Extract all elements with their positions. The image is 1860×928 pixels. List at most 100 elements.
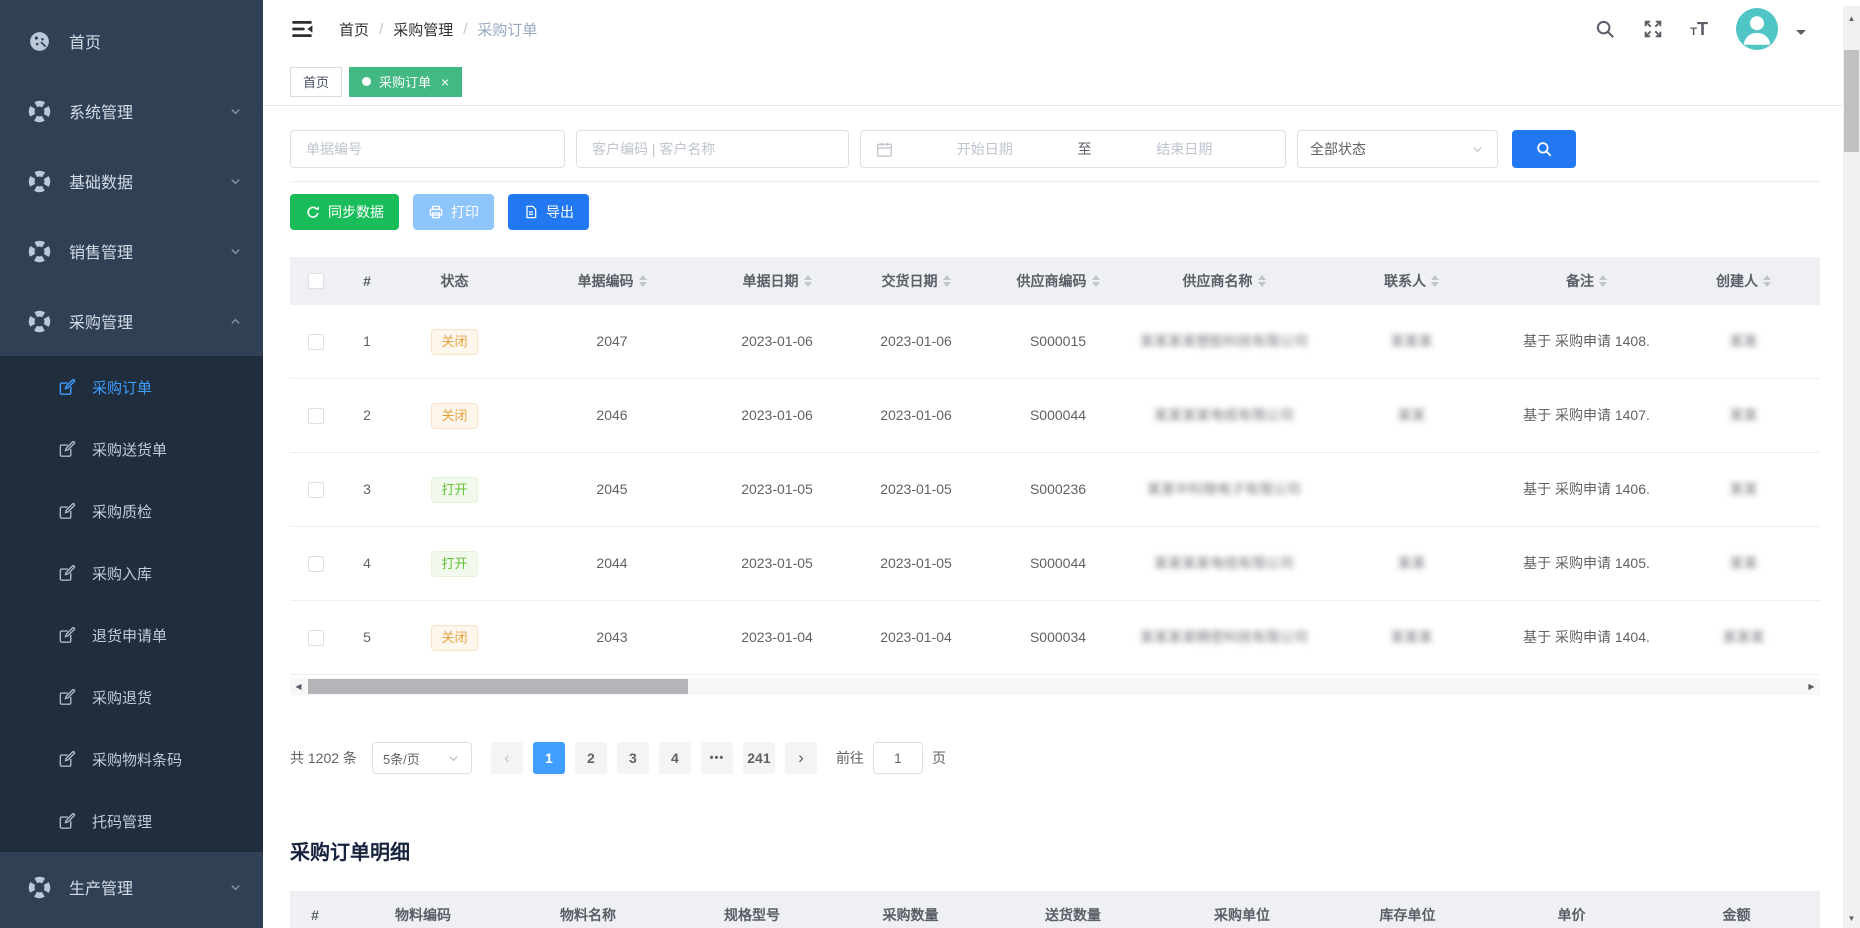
row-checkbox[interactable] [308,408,324,424]
print-button[interactable]: 打印 [413,194,494,230]
cell-status: 关闭 [392,379,517,452]
column-header-creator[interactable]: 创建人 [1667,257,1820,304]
sidebar-item-base-data[interactable]: 基础数据 [0,146,263,216]
scroll-up-arrow-icon[interactable]: ▲ [1843,10,1860,26]
cell-text: 某某 [1730,329,1758,354]
date-range-picker[interactable]: 开始日期 至 结束日期 [860,130,1286,168]
detail-column-header: 规格型号 [670,891,834,928]
breadcrumb-item[interactable]: 采购管理 [393,19,453,40]
export-button[interactable]: 导出 [508,194,589,230]
cell-select[interactable] [290,305,342,378]
prev-page-button[interactable]: ‹ [491,742,523,774]
column-header-doc_date[interactable]: 单据日期 [707,257,847,304]
vertical-scrollbar-thumb[interactable] [1844,50,1859,152]
sidebar-subitem-purchase-delivery[interactable]: 采购送货单 [0,418,263,480]
edit-icon [57,625,77,645]
font-size-icon[interactable]: TT [1690,20,1708,39]
search-button[interactable] [1512,130,1576,168]
module-icon [27,239,52,264]
next-page-button[interactable]: › [785,742,817,774]
cell-contact: 某某某 [1317,305,1506,378]
page-button-3[interactable]: 3 [617,742,649,774]
column-header-contact[interactable]: 联系人 [1317,257,1506,304]
column-header-select[interactable] [290,257,342,304]
avatar[interactable] [1736,8,1778,50]
sync-data-button[interactable]: 同步数据 [290,194,399,230]
table-row[interactable]: 2关闭20462023-01-062023-01-06S000044某某某某电缆… [290,378,1820,452]
row-checkbox[interactable] [308,630,324,646]
column-header-remark[interactable]: 备注 [1506,257,1667,304]
sidebar-subitem-purchase-order[interactable]: 采购订单 [0,356,263,418]
scroll-right-arrow-icon[interactable]: ▶ [1803,678,1820,695]
cell-doc_no: 2043 [517,601,707,674]
column-header-label: 交货日期 [882,271,938,291]
cell-creator: 某某某 [1667,601,1820,674]
select-all-checkbox[interactable] [308,273,324,289]
fullscreen-icon[interactable] [1642,18,1664,40]
sidebar-subitem-pallet-code[interactable]: 托码管理 [0,790,263,852]
table-row[interactable]: 3打开20452023-01-052023-01-05S000236某某中科微电… [290,452,1820,526]
tab-close-icon[interactable]: × [441,74,449,90]
column-header-supplier_name[interactable]: 供应商名称 [1131,257,1317,304]
sidebar-subitem-purchase-qc[interactable]: 采购质检 [0,480,263,542]
scroll-left-arrow-icon[interactable]: ◀ [290,678,307,695]
row-checkbox[interactable] [308,482,324,498]
sidebar-subitem-purchase-material-barcode[interactable]: 采购物料条码 [0,728,263,790]
header-search-icon[interactable] [1594,18,1616,40]
breadcrumb-item[interactable]: 首页 [339,19,369,40]
tab-active[interactable]: 采购订单× [349,67,462,97]
sidebar-subitem-purchase-return[interactable]: 采购退货 [0,666,263,728]
jump-page-input[interactable] [873,742,923,774]
order-detail-table: #物料编码物料名称规格型号采购数量送货数量采购单位库存单位单价金额 [290,891,1820,928]
column-header-doc_no[interactable]: 单据编码 [517,257,707,304]
sidebar-item-home[interactable]: 首页 [0,6,263,76]
cell-select[interactable] [290,527,342,600]
sidebar-item-system[interactable]: 系统管理 [0,76,263,146]
sidebar-item-sales[interactable]: 销售管理 [0,216,263,286]
tab-item[interactable]: 首页 [290,67,342,97]
cell-text: 某某 [1730,551,1758,576]
horizontal-scrollbar[interactable]: ◀ ▶ [290,678,1820,695]
status-select-value: 全部状态 [1310,139,1366,159]
customer-input[interactable] [576,130,849,168]
cell-text: 2044 [596,551,627,576]
row-checkbox[interactable] [308,556,324,572]
detail-column-header: 物料名称 [506,891,670,928]
cell-select[interactable] [290,601,342,674]
table-row[interactable]: 1关闭20472023-01-062023-01-06S000015某某某某塑胶… [290,304,1820,378]
sidebar-subitem-purchase-inbound[interactable]: 采购入库 [0,542,263,604]
sidebar-collapse-icon[interactable] [289,16,315,42]
column-header-supplier_code[interactable]: 供应商编码 [985,257,1131,304]
vertical-scrollbar[interactable]: ▲ ▼ [1843,6,1860,928]
sidebar-subitem-label: 托码管理 [92,811,152,832]
row-checkbox[interactable] [308,334,324,350]
page-button-2[interactable]: 2 [575,742,607,774]
section-divider [290,181,1820,182]
table-row[interactable]: 5关闭20432023-01-042023-01-04S000034某某某某精密… [290,600,1820,674]
scroll-down-arrow-icon[interactable]: ▼ [1843,910,1860,926]
sidebar-item-purchase[interactable]: 采购管理 [0,286,263,356]
breadcrumb-item: 采购订单 [477,19,537,40]
cell-status: 关闭 [392,305,517,378]
cell-contact: 某某某 [1317,601,1506,674]
more-pages-button[interactable]: ••• [701,742,733,774]
table-row[interactable]: 4打开20442023-01-052023-01-05S000044某某某某电缆… [290,526,1820,600]
chevron-up-icon [228,314,243,329]
column-header-label: 供应商名称 [1183,271,1253,291]
page-button-241[interactable]: 241 [743,742,775,774]
cell-select[interactable] [290,379,342,452]
sidebar-item-production[interactable]: 生产管理 [0,852,263,922]
doc-no-input[interactable] [290,130,565,168]
page-button-4[interactable]: 4 [659,742,691,774]
page-size-select[interactable]: 5条/页 [372,742,472,774]
avatar-caret-icon[interactable] [1796,30,1806,40]
edit-icon [57,749,77,769]
cell-select[interactable] [290,453,342,526]
page-button-1[interactable]: 1 [533,742,565,774]
horizontal-scrollbar-thumb[interactable] [308,679,688,694]
sidebar-subitem-return-request[interactable]: 退货申请单 [0,604,263,666]
column-header-status: 状态 [392,257,517,304]
sidebar-item-label: 销售管理 [69,239,133,263]
column-header-delivery_date[interactable]: 交货日期 [847,257,985,304]
status-select[interactable]: 全部状态 [1297,130,1498,168]
